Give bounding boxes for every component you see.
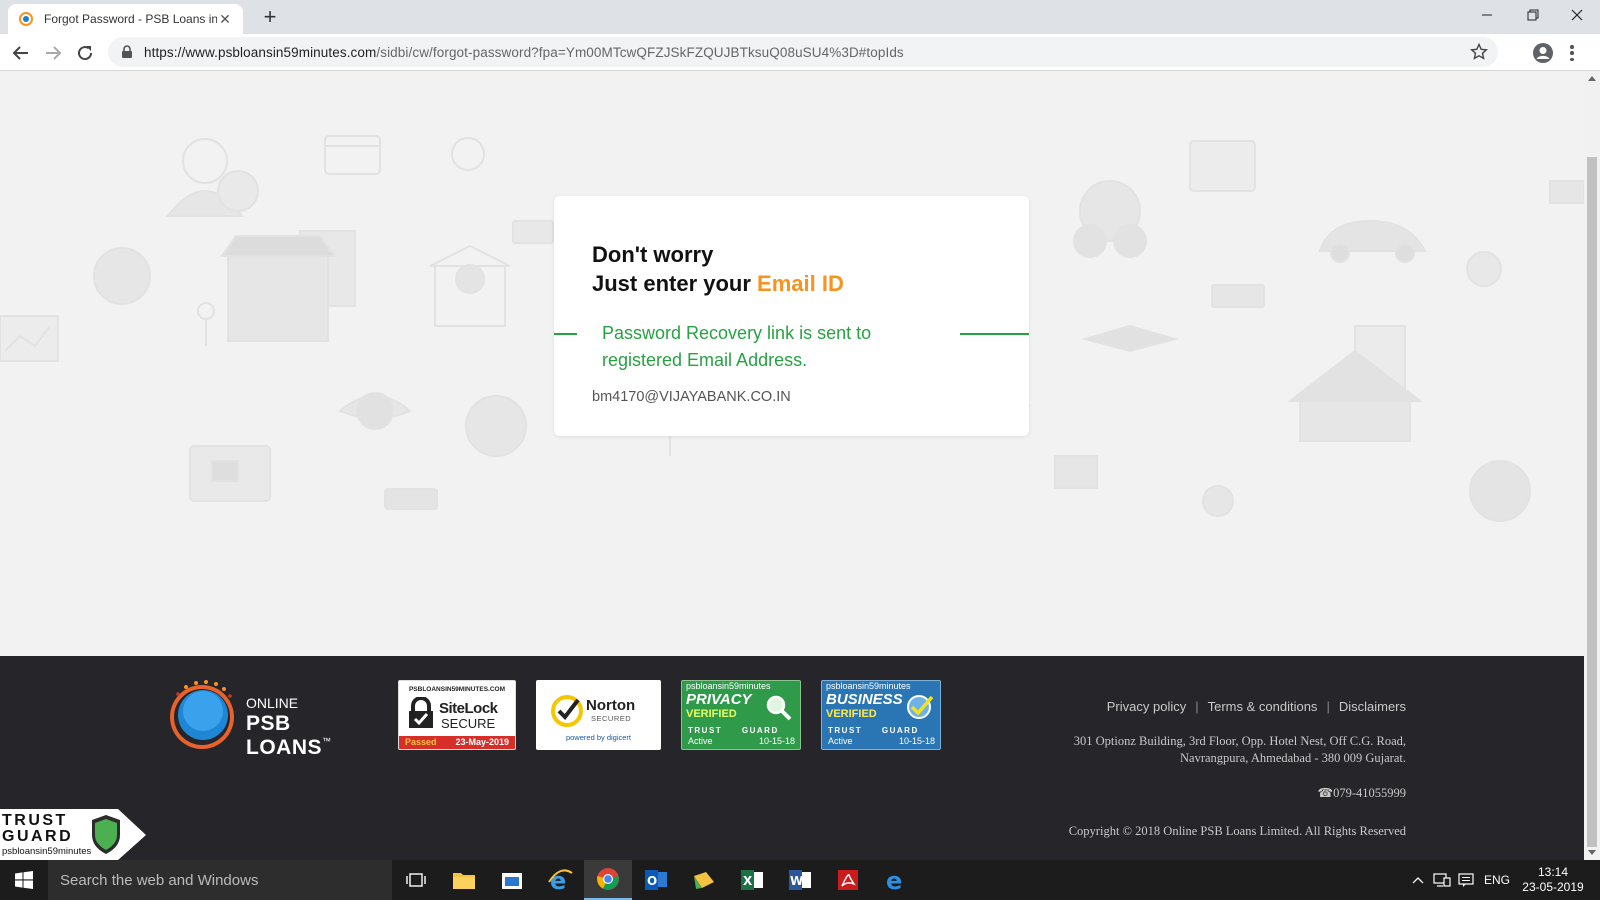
chrome-icon[interactable] [584,860,632,900]
sitelock-badge[interactable]: PSBLOANSIN59MINUTES.COM SiteLock SECURE … [398,680,516,750]
browser-tab[interactable]: Forgot Password - PSB Loans in 5 ✕ [8,4,243,34]
start-button[interactable] [0,860,48,900]
svg-text:e: e [886,868,902,892]
business-verified-badge[interactable]: psbloansin59minutes BUSINESS VERIFIED TR… [821,680,941,750]
browser-toolbar: https://www.psbloansin59minutes.com/sidb… [0,34,1600,71]
address-bar[interactable]: https://www.psbloansin59minutes.com/sidb… [108,37,1498,67]
divider-right [960,333,1029,335]
footer-phone: ☎079-41055999 [1317,786,1407,800]
disclaimers-link[interactable]: Disclaimers [1339,699,1406,714]
notifications-icon[interactable] [1456,860,1476,900]
norton-check-icon [551,695,583,727]
menu-kebab-icon[interactable] [1568,42,1576,64]
tab-strip: Forgot Password - PSB Loans in 5 ✕ + [0,0,1600,34]
psb-loans-logo[interactable]: ONLINE PSB LOANS™ [166,679,381,759]
tab-title: Forgot Password - PSB Loans in 5 [44,12,217,26]
heading-line1: Don't worry [592,242,714,267]
back-icon[interactable] [8,40,34,66]
lock-icon [122,45,132,58]
reload-icon[interactable] [72,40,98,66]
page-scrollbar[interactable] [1584,71,1600,860]
minimize-icon[interactable] [1464,0,1510,30]
phone-icon: ☎ [1317,786,1334,800]
taskbar-search-box[interactable]: Search the web and Windows [48,860,392,900]
window-close-icon[interactable] [1554,0,1600,30]
taskbar-clock[interactable]: 13:14 23-05-2019 [1516,865,1590,895]
footer-links: Privacy policy | Terms & conditions | Di… [1106,699,1406,714]
footer-address: 301 Optionz Building, 3rd Floor, Opp. Ho… [1073,734,1406,765]
windows-taskbar: Search the web and Windows e O X W e ENG… [0,860,1600,900]
word-icon[interactable]: W [776,860,824,900]
outlook-icon[interactable]: O [632,860,680,900]
site-footer: ONLINE PSB LOANS™ PSBLOANSIN59MINUTES.CO… [0,656,1584,860]
logo-psb-text: PSB LOANS™ [246,712,332,759]
sticky-notes-icon[interactable] [680,860,728,900]
store-app-icon[interactable] [488,860,536,900]
card-heading: Don't worry Just enter your Email ID [592,240,844,298]
magnifier-icon [766,695,792,721]
globe-check-icon [907,695,934,719]
psb-logo-icon [170,680,234,749]
excel-icon[interactable]: X [728,860,776,900]
acrobat-icon[interactable] [824,860,872,900]
url-text: https://www.psbloansin59minutes.com/sidb… [144,44,904,60]
restore-icon[interactable] [1510,0,1556,30]
heading-line2: Just enter your Email ID [592,271,844,296]
heading-accent: Email ID [757,271,844,296]
language-indicator[interactable]: ENG [1480,860,1514,900]
tray-chevron-up-icon[interactable] [1408,860,1428,900]
network-icon[interactable] [1432,860,1452,900]
logo-online-text: ONLINE [246,695,299,711]
svg-text:W: W [790,874,803,888]
terms-conditions-link[interactable]: Terms & conditions [1208,699,1318,714]
windows-logo-icon [15,871,33,889]
file-explorer-icon[interactable] [440,860,488,900]
success-message: Password Recovery link is sent to regist… [602,323,872,370]
internet-explorer-icon[interactable]: e [536,860,584,900]
forward-icon[interactable] [40,40,66,66]
page-viewport: Don't worry Just enter your Email ID Pas… [0,71,1584,860]
svg-text:X: X [743,874,753,888]
clock-date: 23-05-2019 [1522,880,1584,894]
divider-left [554,333,577,335]
edge-icon[interactable]: e [872,860,920,900]
bookmark-star-icon[interactable] [1470,43,1488,61]
new-tab-icon[interactable]: + [258,5,282,29]
clock-time: 13:14 [1537,865,1569,879]
norton-secured-badge[interactable]: Norton SECURED powered by digicert [536,680,661,750]
scrollbar-thumb[interactable] [1587,157,1597,847]
account-icon[interactable] [1532,42,1554,64]
scroll-up-icon[interactable] [1588,76,1596,81]
tab-close-icon[interactable]: ✕ [217,11,233,27]
email-address: bm4170@VIJAYABANK.CO.IN [592,389,791,405]
trustguard-seal[interactable]: TRUST GUARD psbloansin59minutes [0,809,146,860]
scroll-down-icon[interactable] [1588,850,1596,855]
task-view-icon[interactable] [392,860,440,900]
svg-text:O: O [647,874,657,888]
password-recovery-card: Don't worry Just enter your Email ID Pas… [554,196,1029,436]
footer-copyright: Copyright © 2018 Online PSB Loans Limite… [1068,824,1406,838]
privacy-verified-badge[interactable]: psbloansin59minutes PRIVACY VERIFIED TRU… [681,680,801,750]
site-favicon-icon [18,11,34,27]
padlock-icon [409,697,433,728]
privacy-policy-link[interactable]: Privacy policy [1107,699,1186,714]
